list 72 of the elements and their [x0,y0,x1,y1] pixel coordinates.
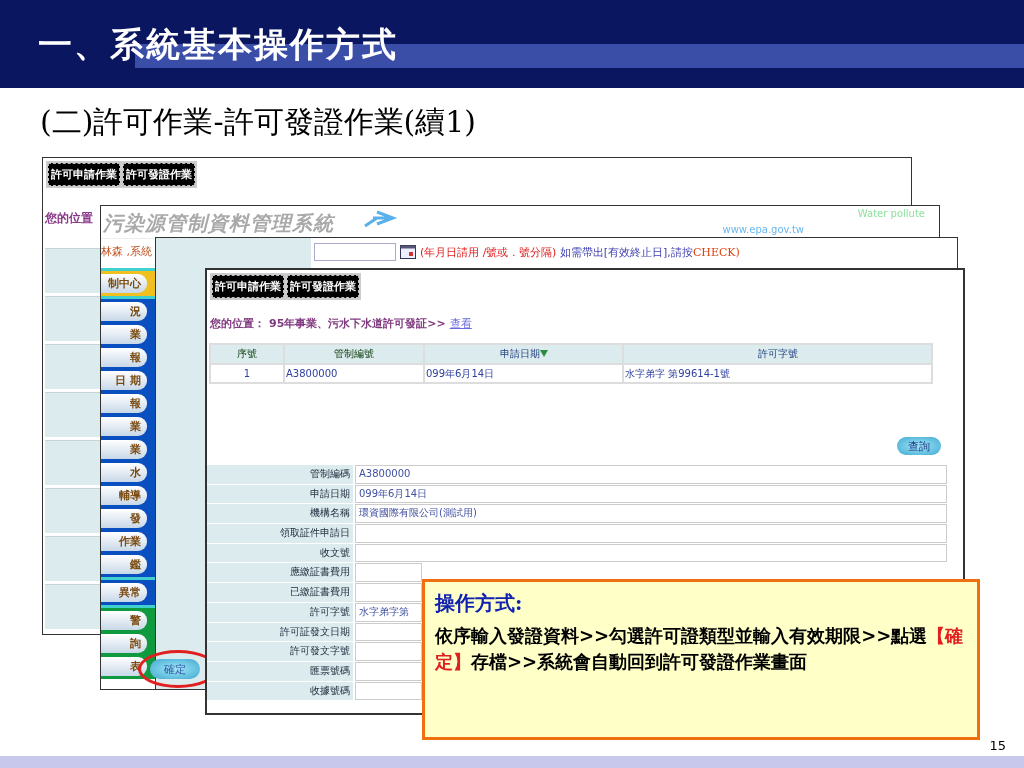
column-header[interactable]: 許可字號 [624,345,931,363]
menu-item[interactable]: 異常 [101,583,147,602]
form-label: 機構名稱 [207,504,353,524]
form-field[interactable] [355,563,422,583]
form-label: 領取証件申請日 [207,524,353,543]
form-field[interactable]: 環資國際有限公司(測試用) [355,504,947,524]
menu-item[interactable]: 發 [101,509,147,528]
tab[interactable]: 許可發證作業 [287,275,359,298]
form-field[interactable] [355,622,422,642]
form-label: 許可字號 [207,602,353,622]
menu-item[interactable]: 作業 [101,532,147,551]
page-number: 15 [989,738,1006,753]
calendar-icon[interactable] [400,245,416,259]
menu-item[interactable]: 鑑 [101,555,147,574]
logo-text: 污染源管制資料管理系統 [103,210,334,237]
note-text: 依序輸入發證資料>>勾選許可證類型並輸入有效期限>>點選【確定】存檔>>系統會自動回到許可發證作業畫面 [435,624,965,675]
sort-icon[interactable] [539,350,548,357]
view-link[interactable]: 查看 [449,316,472,331]
note-heading: 操作方式: [435,590,524,617]
menu-item[interactable]: 業 [101,417,147,436]
form-label: 收據號碼 [207,681,353,701]
menu-item[interactable]: 業 [101,325,147,344]
form-field[interactable] [355,661,422,681]
menu-item[interactable]: 日 期 [101,371,147,390]
column-header[interactable]: 管制編號 [285,345,423,363]
arrow-icon [363,208,399,230]
menu-item[interactable]: 警 [101,611,147,630]
confirm-button[interactable]: 確定 [150,659,200,679]
slide-subtitle: (二)許可作業-許可發證作業(續1) [40,103,477,141]
query-button[interactable]: 查詢 [897,437,941,455]
breadcrumb-label: 您的位置： [210,316,265,331]
menu-item[interactable]: 況 [101,302,147,321]
form-label: 許可發文字號 [207,642,353,661]
form-field[interactable] [355,543,947,563]
input-field[interactable] [314,243,396,261]
form-field[interactable] [355,583,422,602]
column-header[interactable]: 序號 [211,345,283,363]
user-text: 林森 ,系統 [101,244,152,259]
form-field[interactable] [355,642,422,661]
form-field[interactable]: A3800000 [355,465,947,484]
table-cell: 水字弟字 第99614-1號 [624,365,931,382]
menu-item[interactable]: 水 [101,463,147,482]
form-label: 管制編碼 [207,465,353,484]
date-hint: (年月日請用 /號或 . 號分隔) 如需帶出[有效終止日],請按CHECK) [420,244,740,260]
menu-item[interactable]: 業 [101,440,147,459]
form-label: 應繳証書費用 [207,563,353,583]
menu-item[interactable]: 詢 [101,634,147,653]
form-label: 已繳証書費用 [207,583,353,602]
breadcrumb-path: 95年事業、污水下水道許可發証>> [269,316,446,331]
table-cell: 1 [211,365,283,382]
form-label: 匯票號碼 [207,661,353,681]
form-label: 許可証發文日期 [207,622,353,642]
form-label: 收文號 [207,543,353,563]
form-field[interactable]: 水字弟字第 [355,602,422,622]
tab[interactable]: 許可申請作業 [48,163,120,186]
slide-title: 一、系統基本操作方式 [38,23,398,66]
menu-item[interactable]: 報 [101,348,147,367]
site-url: www.epa.gov.tw [722,224,804,235]
location-label: 您的位置 [45,210,93,227]
tab[interactable]: 許可申請作業 [212,275,284,298]
form-field[interactable] [355,681,422,701]
tagline: Water pollute [857,208,925,219]
menu-item[interactable]: 輔導 [101,486,147,505]
table-cell: A3800000 [285,365,423,382]
tab[interactable]: 許可發證作業 [123,163,195,186]
form-field[interactable] [355,524,947,543]
menu-item[interactable]: 報 [101,394,147,413]
table-cell: 099年6月14日 [425,365,622,382]
form-label: 申請日期 [207,484,353,504]
column-header[interactable]: 申請日期 [425,345,622,363]
form-field[interactable]: 099年6月14日 [355,484,947,504]
menu-item[interactable]: 制中心 [101,274,147,293]
